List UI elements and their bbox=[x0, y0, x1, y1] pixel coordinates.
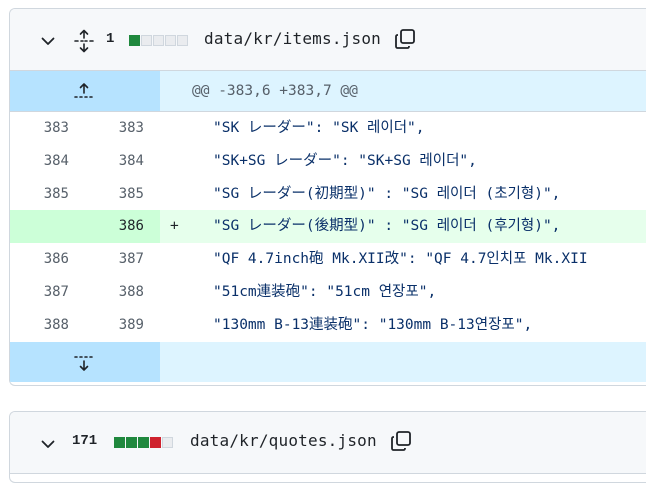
diffstat-block bbox=[138, 437, 149, 448]
diffstat-blocks bbox=[114, 437, 173, 448]
code-line: "SG レーダー(初期型)" : "SG 레이더 (초기형)", bbox=[213, 185, 561, 202]
expand-up-icon bbox=[74, 83, 93, 98]
old-line-number[interactable]: 387 bbox=[10, 276, 85, 309]
diffstat-block bbox=[141, 35, 152, 46]
file-path-link[interactable]: data/kr/quotes.json bbox=[190, 431, 377, 450]
hunk-footer bbox=[10, 341, 646, 382]
diffstat-block bbox=[150, 437, 161, 448]
old-line-number[interactable]: 386 bbox=[10, 243, 85, 276]
new-line-number[interactable]: 386 bbox=[85, 210, 160, 244]
diffstat-blocks bbox=[129, 35, 188, 46]
unfold-icon[interactable] bbox=[74, 29, 94, 53]
diffstat-block bbox=[177, 35, 188, 46]
new-line-number[interactable]: 384 bbox=[85, 145, 160, 178]
old-line-number[interactable]: 384 bbox=[10, 145, 85, 178]
new-line-number[interactable]: 383 bbox=[85, 112, 160, 145]
chevron-down-icon[interactable] bbox=[40, 33, 56, 49]
code-line: "SG レーダー(後期型)" : "SG 레이더 (후기형)", bbox=[213, 218, 561, 235]
file-header: 1 data/kr/items.json bbox=[10, 9, 646, 71]
file-path-link[interactable]: data/kr/items.json bbox=[204, 29, 381, 48]
diffstat-block bbox=[162, 437, 173, 448]
expand-up-button[interactable] bbox=[10, 71, 160, 111]
new-line-number[interactable]: 388 bbox=[85, 276, 160, 309]
diff-file-quotes: 171 data/kr/quotes.json bbox=[9, 411, 646, 483]
diff-line-added: 386 + "SG レーダー(後期型)" : "SG 레이더 (후기형)", bbox=[10, 210, 646, 244]
diff-line: 388 389 "130mm B-13連装砲": "130mm B-13연장포"… bbox=[10, 309, 646, 342]
diffstat-block bbox=[153, 35, 164, 46]
chevron-down-icon[interactable] bbox=[40, 436, 56, 452]
diff-marker: + bbox=[170, 218, 179, 235]
diffstat-block bbox=[126, 437, 137, 448]
old-line-number[interactable] bbox=[10, 210, 85, 244]
diffstat-block bbox=[129, 35, 140, 46]
diff-line: 383 383 "SK レーダー": "SK 레이더", bbox=[10, 112, 646, 145]
old-line-number[interactable]: 388 bbox=[10, 309, 85, 342]
code-line: "130mm B-13連装砲": "130mm B-13연장포", bbox=[213, 316, 533, 333]
diff-line: 385 385 "SG レーダー(初期型)" : "SG 레이더 (초기형)", bbox=[10, 178, 646, 211]
code-line: "51cm連装砲": "51cm 연장포", bbox=[213, 283, 437, 300]
copy-icon[interactable] bbox=[389, 429, 413, 453]
expand-down-button[interactable] bbox=[10, 341, 160, 382]
changes-count: 171 bbox=[72, 433, 98, 449]
diffstat-block bbox=[165, 35, 176, 46]
diff-line: 387 388 "51cm連装砲": "51cm 연장포", bbox=[10, 276, 646, 309]
code-line: "SK+SG レーダー": "SK+SG 레이더", bbox=[213, 152, 477, 169]
old-line-number[interactable]: 383 bbox=[10, 112, 85, 145]
expand-down-icon bbox=[74, 355, 93, 371]
copy-icon[interactable] bbox=[393, 27, 417, 51]
diffstat-block bbox=[114, 437, 125, 448]
hunk-header: @@ -383,6 +383,7 @@ bbox=[10, 71, 646, 112]
new-line-number[interactable]: 385 bbox=[85, 178, 160, 211]
new-line-number[interactable]: 387 bbox=[85, 243, 160, 276]
diff-file-items: 1 data/kr/items.json @@ -383,6 +383,7 @@… bbox=[9, 8, 646, 386]
code-line: "QF 4.7inch砲 Mk.XII改": "QF 4.7인치포 Mk.XII bbox=[213, 251, 588, 268]
diff-line: 386 387 "QF 4.7inch砲 Mk.XII改": "QF 4.7인치… bbox=[10, 243, 646, 276]
diff-line: 384 384 "SK+SG レーダー": "SK+SG 레이더", bbox=[10, 145, 646, 178]
file-header: 171 data/kr/quotes.json bbox=[10, 412, 646, 474]
changes-count: 1 bbox=[106, 31, 115, 47]
code-line: "SK レーダー": "SK 레이더", bbox=[213, 120, 425, 136]
new-line-number[interactable]: 389 bbox=[85, 309, 160, 342]
old-line-number[interactable]: 385 bbox=[10, 178, 85, 211]
hunk-range: @@ -383,6 +383,7 @@ bbox=[192, 83, 358, 99]
